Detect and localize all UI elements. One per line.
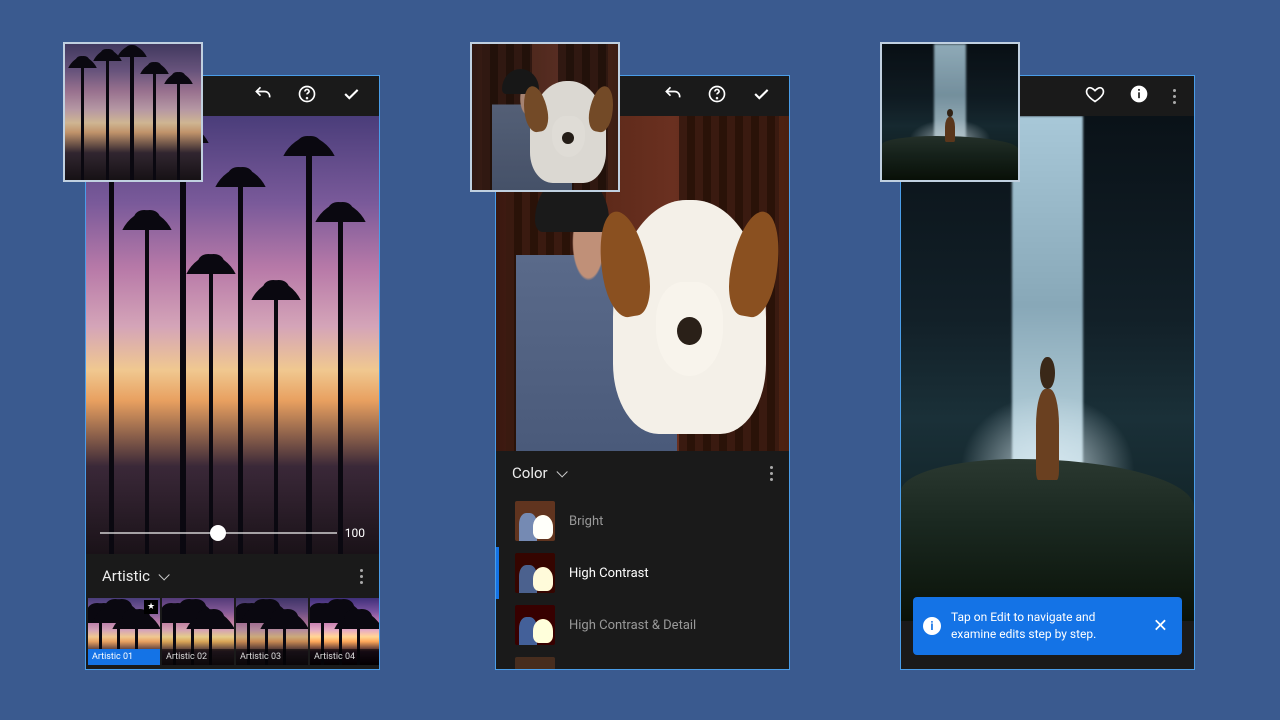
original-thumbnail <box>470 42 620 192</box>
profile-label: Bright <box>569 514 603 529</box>
category-label: Color <box>512 464 564 482</box>
category-label: Artistic <box>102 567 166 585</box>
more-vertical-icon[interactable] <box>360 569 363 584</box>
help-icon[interactable] <box>707 84 727 108</box>
color-profile-item[interactable] <box>496 651 789 670</box>
close-icon[interactable]: ✕ <box>1147 610 1174 643</box>
star-icon: ★ <box>144 600 158 614</box>
tip-text: Tap on Edit to navigate and examine edit… <box>951 610 1096 641</box>
color-profile-item[interactable]: Bright <box>496 495 789 547</box>
preset-thumb[interactable]: Artistic 04 <box>310 598 379 665</box>
undo-icon[interactable] <box>663 84 683 108</box>
preset-thumb[interactable]: Artistic 02 <box>162 598 234 665</box>
heart-icon[interactable] <box>1085 84 1105 108</box>
info-icon[interactable] <box>1129 84 1149 108</box>
slider-thumb[interactable] <box>210 525 226 541</box>
checkmark-icon[interactable] <box>751 84 771 108</box>
photo-canvas-waterfall[interactable] <box>901 116 1194 621</box>
original-thumbnail <box>880 42 1020 182</box>
color-profile-list: Bright High Contrast High Contrast & Det… <box>496 495 789 670</box>
color-category-header[interactable]: Color <box>496 451 789 495</box>
preset-thumb[interactable]: ★ Artistic 01 <box>88 598 160 665</box>
slider-value: 100 <box>345 526 365 540</box>
info-circle-icon: i <box>923 617 941 635</box>
preset-label: Artistic 01 <box>88 649 160 665</box>
profile-label: High Contrast <box>569 566 649 581</box>
profile-label: High Contrast & Detail <box>569 618 696 633</box>
preset-label: Artistic 02 <box>162 649 234 665</box>
intensity-slider[interactable]: 100 <box>100 526 365 540</box>
preset-thumb[interactable]: Artistic 03 <box>236 598 308 665</box>
more-vertical-icon[interactable] <box>1173 89 1176 104</box>
color-profile-item[interactable]: High Contrast <box>496 547 789 599</box>
preset-label: Artistic 04 <box>310 649 379 665</box>
color-profile-item[interactable]: High Contrast & Detail <box>496 599 789 651</box>
original-thumbnail <box>63 42 203 182</box>
more-vertical-icon[interactable] <box>770 466 773 481</box>
checkmark-icon[interactable] <box>341 84 361 108</box>
preset-label: Artistic 03 <box>236 649 308 665</box>
preset-strip[interactable]: ★ Artistic 01 Artistic 02 Artistic 03 Ar… <box>86 598 379 669</box>
tip-banner: i Tap on Edit to navigate and examine ed… <box>913 597 1182 655</box>
preset-category-header[interactable]: Artistic <box>86 554 379 598</box>
undo-icon[interactable] <box>253 84 273 108</box>
help-icon[interactable] <box>297 84 317 108</box>
